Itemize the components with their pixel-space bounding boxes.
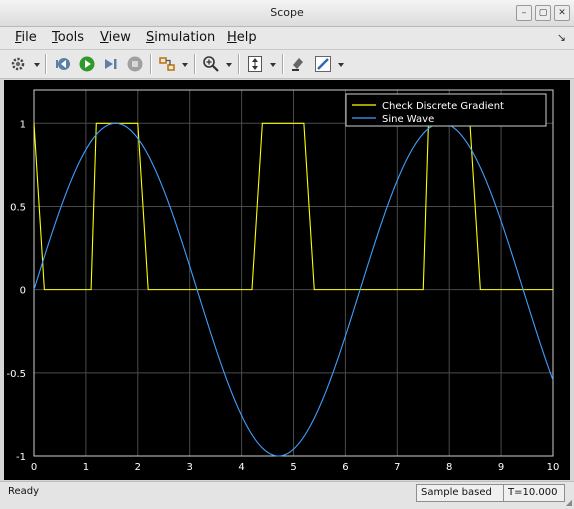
x-tick-label: 10 [547, 462, 560, 473]
sample-mode: Sample based [416, 484, 504, 502]
x-tick-label: 7 [394, 462, 400, 473]
close-icon[interactable]: ✕ [554, 5, 570, 21]
y-tick-label: -0.5 [6, 369, 26, 380]
style-pen-icon[interactable] [312, 53, 334, 75]
window-title: Scope [270, 6, 304, 19]
menu-help[interactable]: Help [227, 30, 257, 45]
toolbar-separator [194, 54, 196, 74]
signal-select-icon[interactable] [156, 53, 178, 75]
menu-bar: File Tools View Simulation Help ↘ [0, 27, 574, 50]
window-controls: – ▢ ✕ [516, 5, 570, 21]
x-tick-label: 0 [31, 462, 37, 473]
zoom-in-icon[interactable] [200, 53, 222, 75]
undock-icon[interactable]: ↘ [557, 31, 566, 44]
toolbar-separator [282, 54, 284, 74]
menu-tools[interactable]: Tools [52, 30, 84, 45]
y-tick-label: 0.5 [10, 202, 26, 213]
autoscale-icon[interactable] [244, 53, 266, 75]
step-forward-icon[interactable] [100, 53, 122, 75]
x-tick-label: 8 [446, 462, 452, 473]
scope-display[interactable]: 0 1 2 3 4 5 6 7 8 9 10 -1 -0.5 0 0.5 1 Check Discrete Gr… [4, 80, 570, 480]
sim-time: T=10.000 [503, 484, 565, 502]
stop-icon[interactable] [124, 53, 146, 75]
chevron-down-icon[interactable] [270, 63, 276, 67]
y-tick-label: 1 [20, 119, 26, 130]
title-bar: Scope – ▢ ✕ [0, 0, 574, 27]
chevron-down-icon[interactable] [338, 63, 344, 67]
menu-simulation[interactable]: Simulation [146, 30, 215, 45]
menu-view[interactable]: View [100, 30, 131, 45]
resize-grip-icon[interactable]: ◢ [566, 498, 572, 507]
chevron-down-icon[interactable] [182, 63, 188, 67]
gear-icon[interactable] [8, 53, 28, 75]
legend-label: Sine Wave [382, 114, 434, 125]
toolbar-separator [238, 54, 240, 74]
toolbar-separator [45, 54, 47, 74]
x-tick-label: 6 [342, 462, 348, 473]
status-ready: Ready [8, 486, 40, 497]
y-tick-label: 0 [20, 286, 26, 297]
scope-plot[interactable]: 0 1 2 3 4 5 6 7 8 9 10 -1 -0.5 0 0.5 1 Check Discrete Gr… [4, 80, 570, 480]
x-tick-label: 4 [238, 462, 244, 473]
x-tick-label: 1 [83, 462, 89, 473]
minimize-icon[interactable]: – [516, 5, 532, 21]
step-back-icon[interactable] [52, 53, 74, 75]
toolbar-separator [150, 54, 152, 74]
x-tick-label: 2 [135, 462, 141, 473]
status-bar: Ready Sample based T=10.000 ◢ [0, 481, 574, 509]
chevron-down-icon[interactable] [226, 63, 232, 67]
maximize-icon[interactable]: ▢ [535, 5, 551, 21]
y-tick-label: -1 [16, 452, 26, 463]
chevron-down-icon[interactable] [34, 63, 40, 67]
run-icon[interactable] [76, 53, 98, 75]
x-tick-label: 5 [290, 462, 296, 473]
highlight-icon[interactable] [288, 53, 310, 75]
toolbar [0, 50, 574, 79]
x-tick-label: 9 [498, 462, 504, 473]
x-tick-label: 3 [187, 462, 193, 473]
menu-file[interactable]: File [15, 30, 37, 45]
legend-label: Check Discrete Gradient [382, 101, 504, 112]
